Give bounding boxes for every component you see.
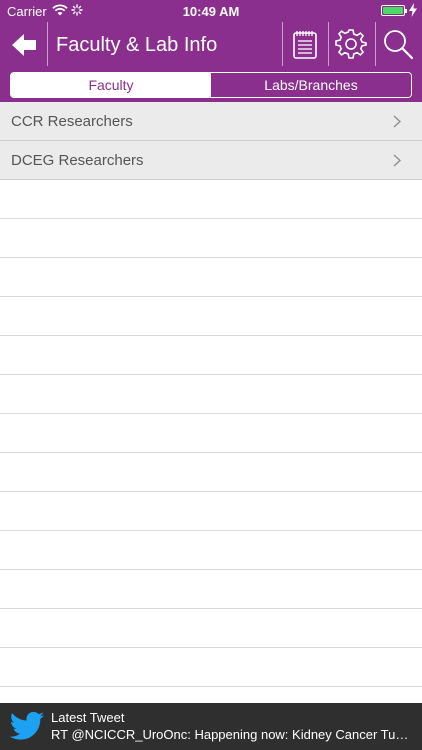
list-item-dceg-researchers[interactable]: DCEG Researchers [0, 141, 422, 180]
battery-icon [381, 5, 407, 16]
nav-bar: Faculty & Lab Info [0, 22, 422, 70]
list-item-label: CCR Researchers [11, 113, 133, 130]
chevron-right-icon [393, 115, 401, 128]
empty-row [0, 258, 422, 297]
status-bar: Carrier 10:49 AM [0, 0, 422, 22]
gear-icon[interactable] [335, 28, 367, 60]
empty-row [0, 453, 422, 492]
list-item-label: DCEG Researchers [11, 152, 144, 169]
researcher-list: CCR Researchers DCEG Researchers [0, 102, 422, 687]
status-time: 10:49 AM [182, 4, 240, 19]
chevron-right-icon [393, 154, 401, 167]
empty-row [0, 492, 422, 531]
tweet-text: RT @NCICCR_UroOnc: Happening now: Kidney… [51, 727, 417, 742]
empty-row [0, 414, 422, 453]
search-icon[interactable] [382, 28, 414, 60]
charging-bolt-icon [409, 3, 417, 17]
nav-separator [328, 22, 329, 66]
empty-row [0, 336, 422, 375]
empty-row [0, 297, 422, 336]
empty-row [0, 531, 422, 570]
empty-row [0, 570, 422, 609]
empty-row [0, 219, 422, 258]
page-title: Faculty & Lab Info [56, 34, 218, 56]
twitter-bird-icon [9, 711, 44, 740]
tweet-heading: Latest Tweet [51, 710, 125, 725]
tab-faculty[interactable]: Faculty [11, 73, 211, 97]
empty-row [0, 648, 422, 687]
nav-separator [282, 22, 283, 66]
back-arrow-icon[interactable] [8, 30, 40, 60]
nav-separator [47, 22, 48, 66]
empty-row [0, 180, 422, 219]
tab-labs-branches[interactable]: Labs/Branches [211, 73, 411, 97]
segment-bar: Faculty Labs/Branches [0, 70, 422, 102]
segmented-control: Faculty Labs/Branches [10, 72, 412, 98]
list-item-ccr-researchers[interactable]: CCR Researchers [0, 102, 422, 141]
latest-tweet-bar[interactable]: Latest Tweet RT @NCICCR_UroOnc: Happenin… [0, 703, 422, 750]
nav-separator [375, 22, 376, 66]
empty-row [0, 375, 422, 414]
notepad-icon[interactable] [289, 28, 321, 60]
empty-row [0, 609, 422, 648]
